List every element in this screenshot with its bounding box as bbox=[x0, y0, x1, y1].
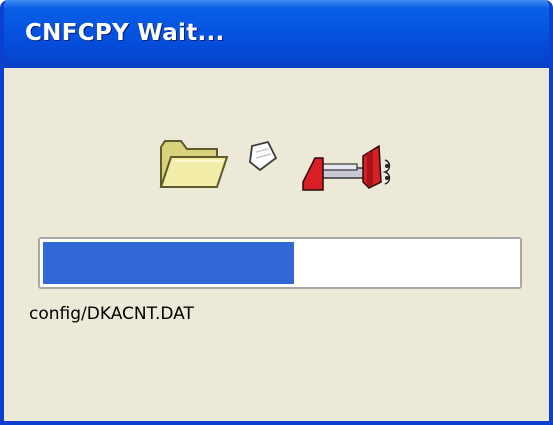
flying-paper-icon bbox=[249, 140, 278, 172]
title-bar[interactable]: CNFCPY Wait... bbox=[4, 0, 549, 68]
progress-dialog: CNFCPY Wait... config/DKACNT.DAT bbox=[0, 0, 553, 425]
progress-bar-fill bbox=[43, 242, 295, 284]
recycle-shredder-icon bbox=[302, 144, 391, 191]
copy-animation bbox=[159, 130, 409, 200]
folder-icon bbox=[159, 140, 229, 188]
window-title: CNFCPY Wait... bbox=[25, 20, 225, 46]
progress-bar bbox=[38, 237, 522, 289]
current-file-label: config/DKACNT.DAT bbox=[29, 304, 194, 324]
